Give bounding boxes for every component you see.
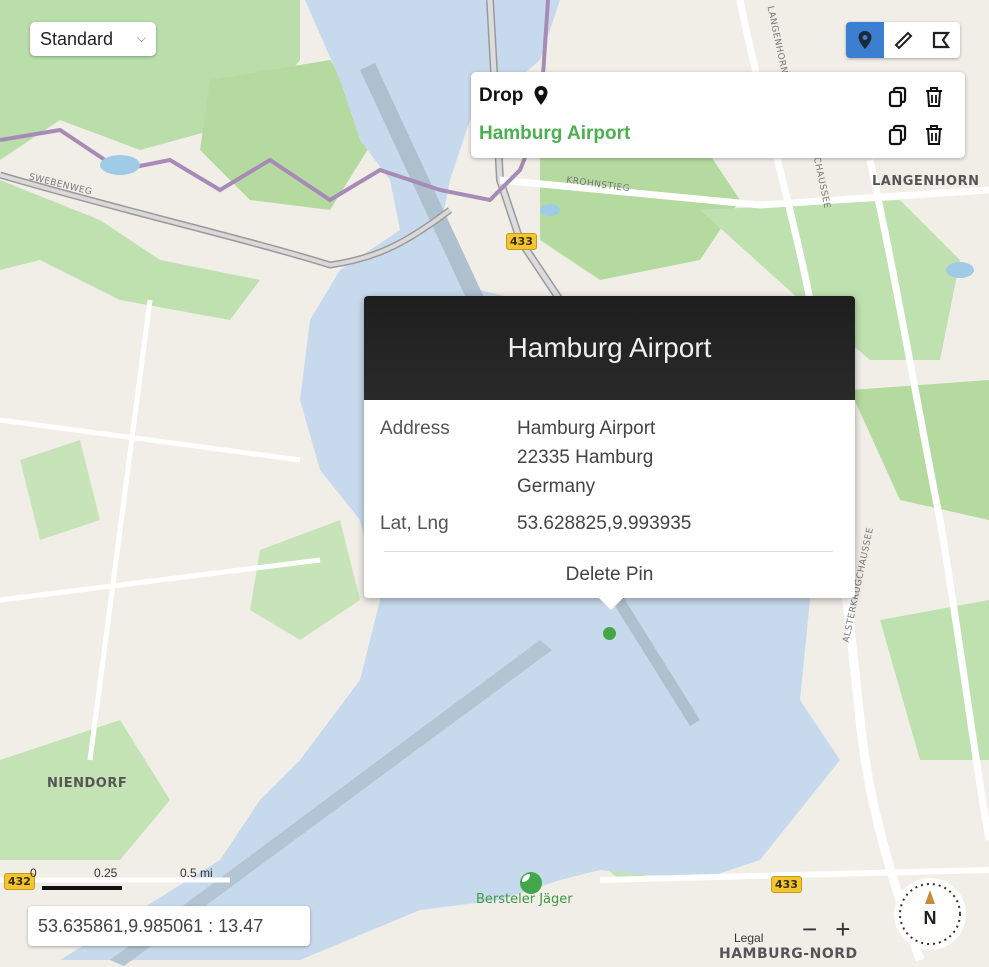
scale-label: 0.25: [94, 866, 118, 880]
map-pin-icon: [858, 31, 872, 49]
pin-info-popup: Hamburg Airport Address Hamburg Airport …: [364, 296, 855, 610]
popup-title: Hamburg Airport: [364, 296, 855, 400]
delete-button[interactable]: [923, 124, 945, 146]
leaf-icon: [522, 874, 530, 882]
delete-pin-button[interactable]: Delete Pin: [364, 564, 855, 586]
divider: [384, 551, 833, 552]
zoom-controls: − +: [802, 914, 850, 945]
scale-bar-line: [42, 886, 122, 890]
legal-link[interactable]: Legal: [734, 931, 763, 945]
ruler-icon: [894, 31, 913, 50]
row-actions: [887, 86, 945, 108]
address-label: Address: [380, 418, 450, 439]
road-shield: 433: [771, 876, 802, 893]
address-line: Germany: [517, 476, 596, 497]
area-tool-button[interactable]: [922, 22, 960, 58]
scale-label: 0: [30, 866, 37, 880]
popup-pointer: [599, 598, 623, 610]
delete-button[interactable]: [923, 86, 945, 108]
address-value: Hamburg Airport 22335 Hamburg Germany: [517, 414, 655, 501]
ruler-tool-button[interactable]: [884, 22, 922, 58]
district-label-langenhorn: LANGENHORN: [872, 174, 980, 189]
pins-panel: Drop Hamburg Airport: [471, 72, 965, 158]
map-type-selected: Standard: [40, 28, 114, 49]
trash-icon: [926, 125, 942, 145]
tool-group: [846, 22, 960, 58]
dropped-pin-marker[interactable]: [603, 627, 616, 640]
district-label-hamburg-nord: HAMBURG-NORD: [719, 946, 858, 962]
scale-label: 0.5 mi: [180, 866, 213, 880]
pin-row-drop[interactable]: Drop: [479, 80, 955, 112]
trash-icon: [926, 87, 942, 107]
poi-marker-icon[interactable]: [520, 872, 542, 894]
row-actions: [887, 124, 945, 146]
map-type-select[interactable]: Standard ⌵: [30, 22, 156, 56]
copy-button[interactable]: [887, 86, 909, 108]
latlng-label: Lat, Lng: [380, 513, 449, 534]
copy-icon: [888, 86, 907, 108]
map-pin-icon: [534, 86, 548, 105]
pin-tool-button[interactable]: [846, 22, 884, 58]
copy-button[interactable]: [887, 124, 909, 146]
district-label-niendorf: NIENDORF: [47, 776, 128, 791]
polygon-icon: [932, 31, 951, 49]
pin-name: Hamburg Airport: [479, 123, 631, 144]
chevron-down-icon: ⌵: [136, 31, 146, 45]
copy-icon: [888, 124, 907, 146]
poi-label[interactable]: Bersteler Jäger: [476, 892, 573, 907]
compass-button[interactable]: N: [892, 876, 968, 952]
zoom-out-button[interactable]: −: [802, 914, 817, 945]
address-line: 22335 Hamburg: [517, 447, 654, 468]
zoom-in-button[interactable]: +: [835, 914, 850, 945]
address-line: Hamburg Airport: [517, 418, 656, 439]
pin-row-hamburg-airport[interactable]: Hamburg Airport: [479, 118, 955, 150]
compass-label: N: [923, 908, 937, 928]
scale-bar: 0 0.25 0.5 mi: [14, 866, 234, 896]
coordinates-readout: 53.635861,9.985061 : 13.47: [28, 906, 310, 946]
pin-name: Drop: [479, 85, 524, 106]
road-shield: 433: [506, 233, 537, 250]
latlng-value: 53.628825,9.993935: [517, 513, 692, 534]
